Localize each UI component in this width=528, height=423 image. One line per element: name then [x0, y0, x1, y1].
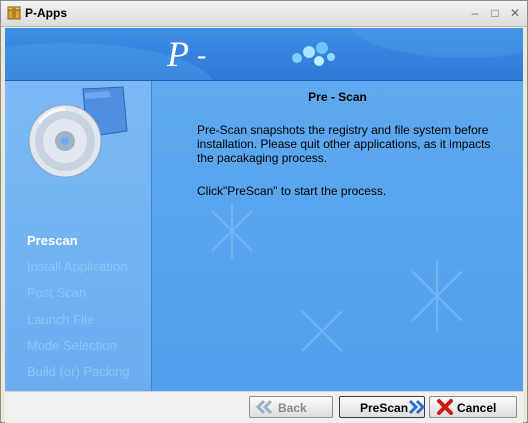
wizard-client: P -Apps.: [5, 28, 523, 391]
window-title: P-Apps: [25, 6, 67, 20]
page-title: Pre - Scan: [308, 90, 367, 104]
step-build-or-packing: Build (or) Packing: [27, 364, 130, 379]
step-mode-selection: Mode Selection: [27, 338, 117, 353]
step-post-scan: Post Scan: [27, 285, 87, 300]
prescan-instruction: Click"PreScan" to start the process.: [197, 184, 387, 198]
title-bar[interactable]: P-Apps – □ ✕: [1, 1, 527, 27]
button-bar: Back PreScan Cancel: [5, 391, 523, 423]
content-pane: Pre - Scan Pre-Scan snapshots the regist…: [152, 81, 523, 391]
close-icon[interactable]: ✕: [507, 5, 523, 21]
prescan-button[interactable]: PreScan: [339, 396, 426, 418]
prescan-label: PreScan: [360, 401, 409, 415]
double-chevron-right-icon: [408, 399, 426, 415]
cancel-label: Cancel: [457, 401, 497, 415]
step-launch-file: Launch File: [27, 312, 95, 327]
minimize-icon[interactable]: –: [467, 5, 483, 21]
logo-bubbles-icon: [292, 42, 335, 66]
steps-sidebar: Prescan Install Application Post Scan La…: [5, 81, 152, 391]
cd-folder-icon: [28, 86, 128, 178]
step-prescan: Prescan: [27, 233, 78, 248]
package-icon: [7, 6, 21, 20]
prescan-description: Pre-Scan snapshots the registry and file…: [197, 123, 491, 165]
header-banner: P -Apps.: [5, 28, 523, 107]
double-chevron-left-icon: [255, 399, 273, 415]
back-button[interactable]: Back: [249, 396, 333, 418]
maximize-icon[interactable]: □: [487, 5, 503, 21]
step-install-application: Install Application: [27, 259, 128, 274]
back-label: Back: [278, 401, 307, 415]
red-x-icon: [437, 399, 453, 415]
app-window: P-Apps – □ ✕ P -Apps.: [0, 0, 528, 423]
logo-initial: P: [167, 34, 189, 74]
cancel-button[interactable]: Cancel: [429, 396, 517, 418]
